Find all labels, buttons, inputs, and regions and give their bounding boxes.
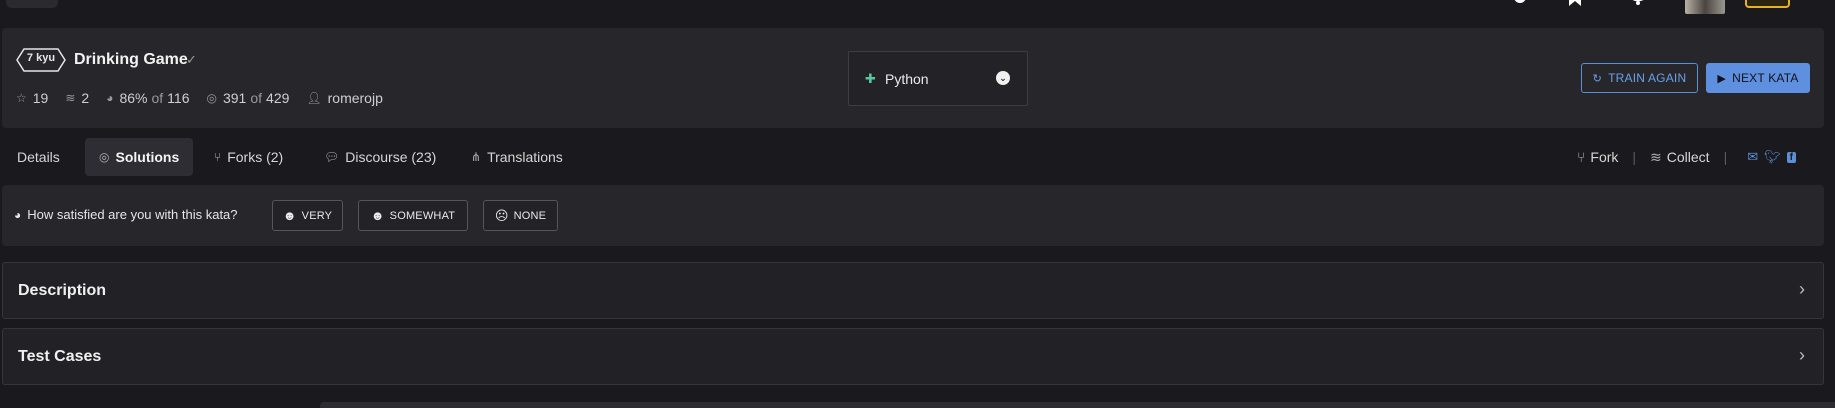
fork-link[interactable]: ⑂ Fork (1577, 149, 1618, 165)
play-icon: ▶ (1717, 72, 1727, 85)
tab-discourse[interactable]: 💬︎ Discourse (23) (310, 138, 450, 176)
tab-translations[interactable]: ⋔ Translations (457, 138, 577, 176)
kata-actions: ⑂ Fork | ≋ Collect | ✉ 🐦︎ f (1577, 147, 1796, 167)
refresh-icon: ↻ (1592, 72, 1603, 85)
tab-label: Translations (487, 149, 563, 165)
vote-label: NONE (513, 209, 547, 222)
section-title: Test Cases (18, 348, 102, 365)
vote-none-button[interactable]: ☹ NONE (483, 200, 558, 231)
author-stat[interactable]: 👤︎ romerojp (306, 90, 382, 106)
tab-label: Details (17, 149, 60, 165)
kata-tabs: Details ◎ Solutions ⑂ Forks (2) 💬︎ Disco… (0, 138, 1835, 176)
top-navbar (0, 0, 1835, 26)
collections-count: 2 (81, 90, 90, 106)
divider: | (1632, 149, 1637, 165)
eye-icon: ◕ (14, 207, 22, 222)
tab-label: Discourse (23) (345, 149, 437, 165)
rank-badge: 7 kyu (16, 48, 66, 72)
meh-icon: ☻ (370, 208, 385, 223)
vote-label: SOMEWHAT (389, 209, 456, 222)
test-cases-section[interactable]: Test Cases › (2, 328, 1824, 385)
twitter-icon[interactable]: 🐦︎ (1764, 149, 1781, 165)
vote-very-button[interactable]: ☻ VERY (272, 200, 343, 231)
tab-forks[interactable]: ⑂ Forks (2) (200, 138, 297, 176)
search-icon[interactable] (1510, 0, 1530, 8)
completed-total: 429 (266, 90, 290, 106)
survey-question-text: How satisfied are you with this kata? (27, 207, 238, 222)
satisfaction-of: of (151, 90, 164, 106)
star-icon: ☆ (16, 91, 27, 105)
description-section[interactable]: Description › (2, 262, 1824, 319)
tab-label: Forks (2) (227, 149, 284, 165)
solutions-panel-edge (320, 402, 1835, 408)
bookmark-icon[interactable] (1565, 0, 1585, 8)
fork-icon: ⑂ (214, 150, 222, 164)
honor-badge[interactable] (1745, 0, 1790, 8)
author-name: romerojp (327, 90, 383, 106)
chevron-right-icon: › (1799, 345, 1805, 365)
user-icon: 👤︎ (306, 91, 322, 105)
logo[interactable] (6, 0, 58, 8)
divider: | (1723, 149, 1728, 165)
stars-stat[interactable]: ☆ 19 (16, 90, 48, 106)
fork-icon: ⑂ (1577, 149, 1586, 165)
vote-label: VERY (301, 209, 333, 222)
collections-stat[interactable]: ≋ 2 (65, 90, 89, 106)
vote-somewhat-button[interactable]: ☻ SOMEWHAT (358, 200, 468, 231)
chevron-down-icon: ⌄ (996, 71, 1010, 85)
satisfaction-stat: ◕ 86% of 116 (106, 90, 189, 106)
fork-label: Fork (1590, 149, 1619, 165)
python-icon: ✚ (865, 71, 876, 86)
layers-icon: ≋ (65, 91, 76, 105)
kata-stats: ☆ 19 ≋ 2 ◕ 86% of 116 ◎ 391 of 429 👤︎ ro… (16, 89, 400, 107)
comments-icon: 💬︎ (324, 150, 340, 164)
rank-label: 7 kyu (26, 52, 56, 64)
facebook-icon[interactable]: f (1786, 151, 1796, 163)
chevron-right-icon: › (1799, 279, 1805, 299)
target-icon: ◎ (99, 150, 110, 164)
target-icon: ◎ (206, 91, 217, 105)
satisfaction-percent: 86% (119, 90, 148, 106)
collect-link[interactable]: ≋ Collect (1650, 149, 1710, 166)
language-select[interactable]: ✚ Python ⌄ (848, 51, 1028, 106)
satisfaction-total: 116 (167, 90, 190, 106)
section-title: Description (18, 282, 107, 299)
completed-count: 391 (222, 90, 247, 106)
kata-title[interactable]: Drinking Game (74, 51, 188, 69)
completed-of: of (250, 90, 263, 106)
survey-question: ◕ How satisfied are you with this kata? (14, 207, 238, 222)
avatar[interactable] (1685, 0, 1725, 14)
train-again-button[interactable]: ↻ TRAIN AGAIN (1581, 63, 1698, 93)
completed-stat: ◎ 391 of 429 (207, 90, 290, 106)
eye-icon: ◕ (106, 91, 114, 105)
sitemap-icon: ⋔ (471, 150, 482, 164)
next-kata-button[interactable]: ▶ NEXT KATA (1706, 63, 1810, 93)
collect-label: Collect (1666, 148, 1710, 165)
smile-icon: ☻ (282, 208, 297, 223)
train-again-label: TRAIN AGAIN (1608, 71, 1687, 85)
tab-solutions[interactable]: ◎ Solutions (85, 138, 194, 176)
tab-label: Solutions (115, 149, 180, 165)
email-icon[interactable]: ✉ (1747, 149, 1758, 165)
language-name: Python (885, 71, 929, 87)
next-kata-label: NEXT KATA (1732, 71, 1799, 85)
frown-icon: ☹ (494, 207, 509, 223)
stars-count: 19 (32, 90, 49, 106)
check-icon: ✓ (186, 52, 197, 67)
layers-icon: ≋ (1650, 148, 1662, 165)
bell-icon[interactable] (1628, 0, 1648, 8)
tab-details[interactable]: Details (3, 138, 74, 176)
